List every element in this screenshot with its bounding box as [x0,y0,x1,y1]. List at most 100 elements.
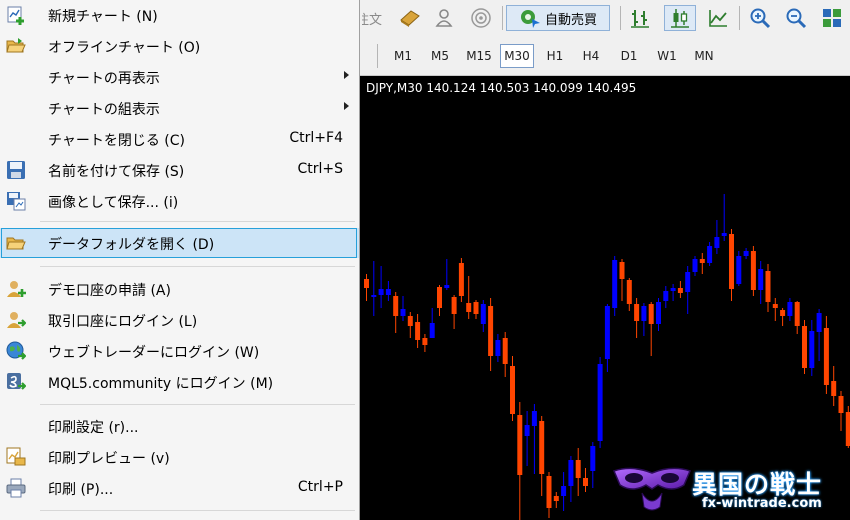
open-folder-icon [6,38,26,53]
candle [765,264,771,312]
candle [772,298,778,321]
candle [802,320,807,374]
candle [699,253,705,274]
line-chart-icon[interactable] [704,5,732,31]
new-chart-icon [7,6,24,25]
candle [517,402,523,520]
candle [670,284,676,301]
timeframe-m1[interactable]: M1 [388,44,418,68]
auto-trading-button[interactable]: 自動売買 [506,5,610,31]
menu-item-chart-arrange[interactable]: チャートの組表示 [0,93,359,123]
candle [415,314,421,348]
candle [546,472,552,518]
menu-item-login-trade-account[interactable]: 取引口座にログイン (L) [0,305,359,335]
signal-icon[interactable] [467,5,495,31]
menu-item-label: 印刷プレビュー (v) [48,451,170,467]
candle [707,242,713,266]
menu-item-login-web-trader[interactable]: ウェブトレーダーにログイン (W) [0,336,359,366]
menu-separator [40,510,355,511]
menu-item-print-preview[interactable]: 印刷プレビュー (v) [0,442,359,472]
candle [736,251,742,286]
candlestick-series [364,194,850,520]
candle [458,258,464,302]
candle [692,256,698,276]
candle [677,281,683,298]
toolbar-separator [620,6,621,30]
bar-chart-icon[interactable] [626,5,654,31]
timeframe-h1[interactable]: H1 [540,44,570,68]
candle [393,292,399,333]
timeframe-m15[interactable]: M15 [462,44,496,68]
candle [480,300,486,332]
timeframe-mn[interactable]: MN [688,44,720,68]
market-watch-icon[interactable] [396,5,424,31]
menu-item-print-setup[interactable]: 印刷設定 (r)... [0,411,359,441]
submenu-arrow-icon [344,71,349,79]
globe-icon [6,341,26,360]
candle [378,266,384,308]
menu-item-label: チャートを閉じる (C) [48,133,186,149]
menu-item-save-as[interactable]: 名前を付けて保存 (S) Ctrl+S [0,155,359,185]
candle [400,296,406,321]
candle [838,391,844,431]
candle [750,246,756,296]
submenu-arrow-icon [344,102,349,110]
menu-item-print[interactable]: 印刷 (P)... Ctrl+P [0,473,359,503]
candle [714,220,720,254]
candle [466,276,472,319]
toolbar-separator [377,44,378,68]
candle [553,492,559,508]
site-watermark: 異国の戦士 fx-wintrade.com [612,463,844,515]
candle [823,316,829,394]
candle [495,334,501,362]
timeframe-m30[interactable]: M30 [500,44,534,68]
candle [583,468,588,492]
timeframe-d1[interactable]: D1 [614,44,644,68]
watermark-url: fx-wintrade.com [702,496,822,511]
candle [429,308,435,338]
menu-item-label: 取引口座にログイン (L) [48,314,198,330]
menu-item-open-data-folder[interactable]: データフォルダを開く (D) [0,228,359,258]
candle [407,312,413,338]
candle [561,472,567,511]
menu-item-label: データフォルダを開く (D) [48,237,215,253]
candle [422,334,428,352]
menu-item-demo-account[interactable]: デモ口座の申請 (A) [0,274,359,304]
menu-item-new-chart[interactable]: 新規チャート (N) [0,0,359,30]
floppy-disk-icon [7,161,25,179]
candle [663,286,669,308]
zoom-in-icon[interactable] [746,5,774,31]
candle [531,404,537,474]
menu-item-label: 名前を付けて保存 (S) [48,164,185,180]
menu-item-chart-redisplay[interactable]: チャートの再表示 [0,62,359,92]
candle [371,261,377,316]
candle [364,274,369,301]
order-button[interactable]: 注文 [362,5,390,31]
terminal-icon[interactable] [430,5,458,31]
menu-separator [40,404,355,405]
menu-item-save-as-image[interactable]: 画像として保存... (i) [0,186,359,216]
menu-item-shortcut: Ctrl+S [297,161,343,177]
menu-item-close-chart[interactable]: チャートを閉じる (C) Ctrl+F4 [0,124,359,154]
timeframe-w1[interactable]: W1 [651,44,683,68]
candle [845,406,850,448]
menu-item-login-mql5[interactable]: MQL5.community にログイン (M) [0,367,359,397]
candlestick-chart-icon[interactable] [664,5,696,31]
open-folder-icon [6,237,26,250]
price-chart[interactable]: DJPY,M30 140.124 140.503 140.099 140.495 [360,76,850,520]
zoom-out-icon[interactable] [782,5,810,31]
toolbar-separator [502,6,503,30]
user-login-icon [7,312,26,328]
timeframe-m5[interactable]: M5 [425,44,455,68]
order-label: 注文 [362,12,383,28]
candle [590,442,596,488]
tile-windows-icon[interactable] [818,5,846,31]
candle [721,194,727,241]
candle [437,285,442,316]
menu-item-offline-chart[interactable]: オフラインチャート (O) [0,31,359,61]
candle [502,332,508,377]
menu-item-label: ウェブトレーダーにログイン (W) [48,345,260,361]
timeframe-h4[interactable]: H4 [576,44,606,68]
save-image-icon [7,192,26,211]
menu-separator [40,266,355,267]
